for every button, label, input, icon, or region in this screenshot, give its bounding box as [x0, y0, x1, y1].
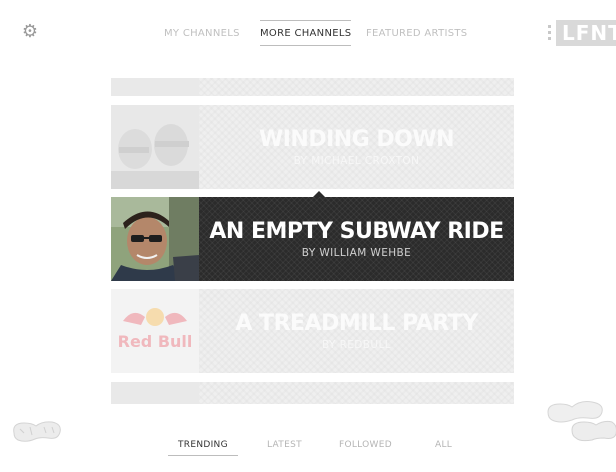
menu-dots-icon[interactable] [548, 25, 552, 43]
channel-info [199, 78, 514, 96]
channel-info [199, 382, 514, 404]
tab-more-channels[interactable]: MORE CHANNELS [260, 20, 352, 46]
tab-my-channels[interactable]: MY CHANNELS [164, 26, 240, 42]
channel-thumbnail [111, 78, 199, 96]
top-nav-tabs: MY CHANNELS MORE CHANNELS FEATURED ARTIS… [0, 20, 616, 48]
channel-info: A TREADMILL PARTY BY REDBULL [199, 289, 514, 373]
man-with-sunglasses-icon [111, 197, 199, 281]
channel-info: WINDING DOWN BY MICHAEL CROXTON [199, 105, 514, 189]
channel-card-winding-down[interactable]: WINDING DOWN BY MICHAEL CROXTON [111, 105, 514, 189]
bottom-filter-tabs: TRENDING LATEST FOLLOWED ALL [0, 438, 616, 458]
channel-thumbnail [111, 382, 199, 404]
selection-caret-down-icon [313, 281, 325, 287]
tab-followed[interactable]: FOLLOWED [339, 438, 392, 452]
channel-thumbnail-photo [111, 105, 199, 189]
peanuts-decoration-icon [547, 401, 616, 442]
selection-caret-up-icon [313, 191, 325, 197]
channel-card-treadmill-party[interactable]: Red Bull A TREADMILL PARTY BY REDBULL [111, 289, 514, 373]
tab-all[interactable]: ALL [435, 438, 452, 452]
tab-trending[interactable]: TRENDING [168, 438, 238, 456]
channel-author: BY WILLIAM WEHBE [301, 247, 412, 259]
red-bull-logo-text: Red Bull [118, 332, 193, 351]
channel-card-empty-subway-ride[interactable]: AN EMPTY SUBWAY RIDE BY WILLIAM WEHBE [111, 191, 514, 287]
channel-thumbnail-photo [111, 197, 199, 281]
channel-title: AN EMPTY SUBWAY RIDE [209, 219, 504, 244]
channel-info: AN EMPTY SUBWAY RIDE BY WILLIAM WEHBE [199, 197, 514, 281]
tab-latest[interactable]: LATEST [267, 438, 302, 452]
red-bull-logo-icon: Red Bull [111, 289, 199, 373]
channel-author: BY MICHAEL CROXTON [293, 155, 420, 167]
channel-thumbnail-logo: Red Bull [111, 289, 199, 373]
app-logo: LFNT [556, 20, 616, 46]
channel-author: BY REDBULL [322, 339, 391, 351]
channel-card-partial-top[interactable] [111, 78, 514, 96]
two-men-selfie-icon [111, 105, 199, 189]
tab-featured-artists[interactable]: FEATURED ARTISTS [366, 26, 467, 42]
channel-title: WINDING DOWN [258, 127, 455, 152]
channel-card-partial-bottom[interactable] [111, 382, 514, 404]
channel-title: A TREADMILL PARTY [235, 311, 478, 336]
